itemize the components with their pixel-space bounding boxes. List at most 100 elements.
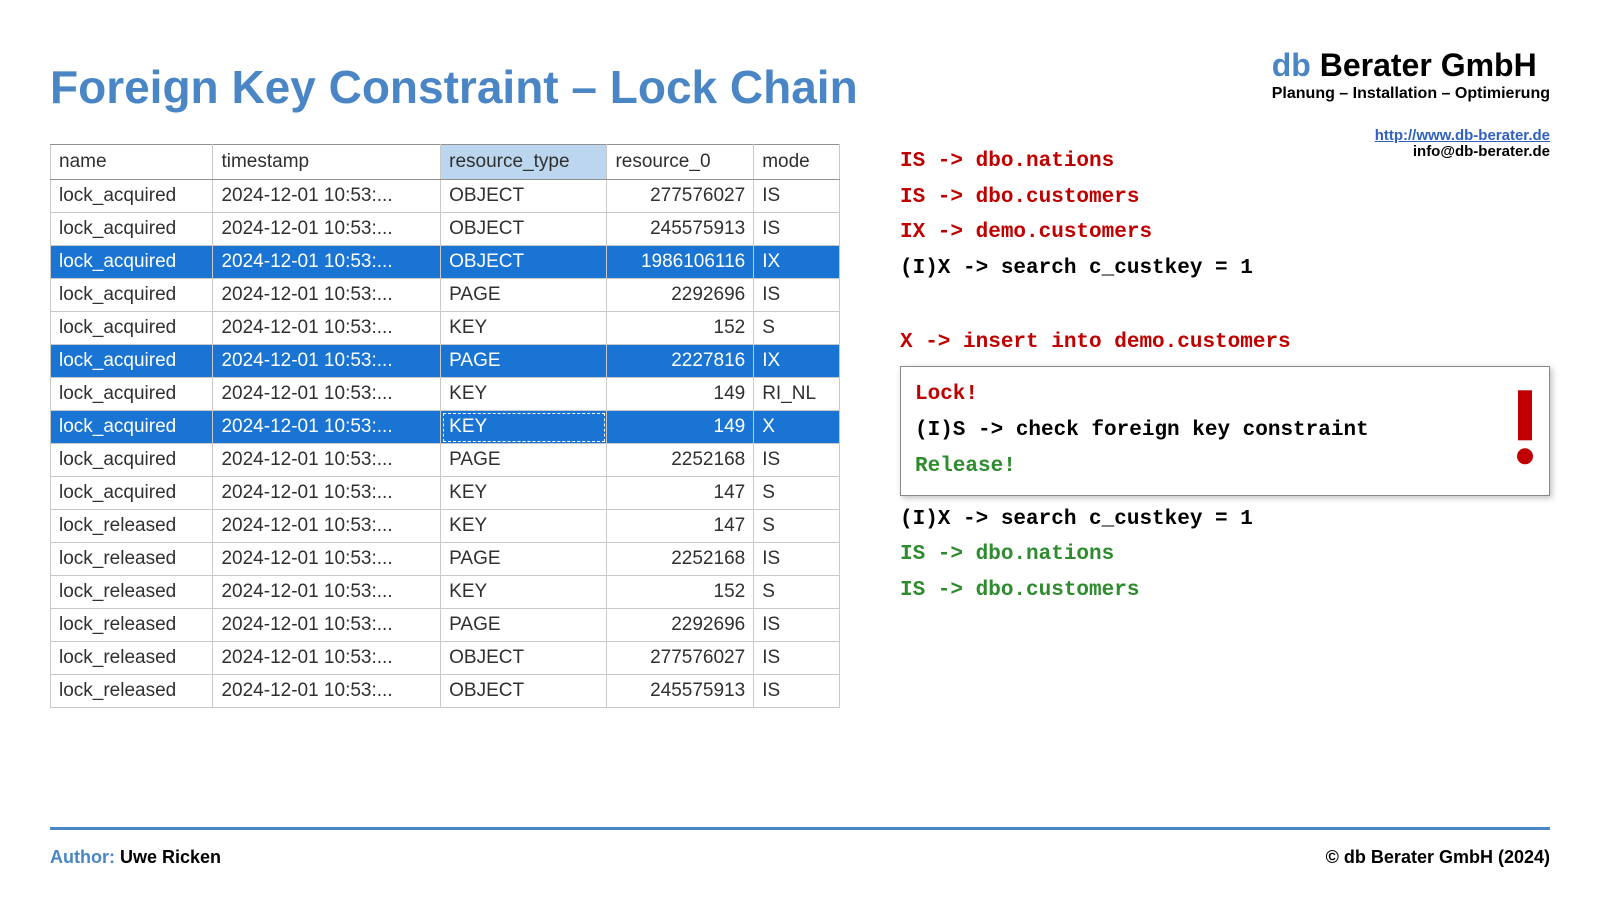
cell-resource-type: PAGE [441, 279, 607, 312]
col-resource-0[interactable]: resource_0 [607, 145, 754, 180]
explain-column: IS -> dbo.nationsIS -> dbo.customersIX -… [900, 144, 1550, 708]
cell-resource-0: 152 [607, 576, 754, 609]
col-mode[interactable]: mode [754, 145, 840, 180]
cell-mode: S [754, 576, 840, 609]
cell-timestamp: 2024-12-01 10:53:... [213, 246, 441, 279]
cell-resource-0: 2252168 [607, 543, 754, 576]
author-block: Author: Uwe Ricken [50, 847, 221, 868]
explain-line-x: X -> insert into demo.customers [900, 325, 1550, 361]
table-row[interactable]: lock_acquired2024-12-01 10:53:...KEY149R… [51, 378, 840, 411]
cell-mode: S [754, 477, 840, 510]
lock-table-wrap: name timestamp resource_type resource_0 … [50, 144, 840, 708]
cell-name: lock_released [51, 675, 213, 708]
cell-resource-type: PAGE [441, 543, 607, 576]
branding-block: db Berater GmbH Planung – Installation –… [1272, 48, 1550, 161]
cell-mode: IS [754, 543, 840, 576]
cell-name: lock_acquired [51, 411, 213, 444]
exclamation-icon [1517, 390, 1533, 464]
cell-resource-0: 149 [607, 411, 754, 444]
cell-resource-0: 147 [607, 477, 754, 510]
table-row[interactable]: lock_acquired2024-12-01 10:53:...KEY152S [51, 312, 840, 345]
cell-timestamp: 2024-12-01 10:53:... [213, 345, 441, 378]
cell-timestamp: 2024-12-01 10:53:... [213, 510, 441, 543]
table-row[interactable]: lock_acquired2024-12-01 10:53:...PAGE222… [51, 345, 840, 378]
table-row[interactable]: lock_acquired2024-12-01 10:53:...OBJECT2… [51, 180, 840, 213]
table-row[interactable]: lock_acquired2024-12-01 10:53:...KEY149X [51, 411, 840, 444]
cell-name: lock_acquired [51, 378, 213, 411]
table-row[interactable]: lock_released2024-12-01 10:53:...PAGE229… [51, 609, 840, 642]
cell-name: lock_acquired [51, 312, 213, 345]
cell-name: lock_released [51, 510, 213, 543]
cell-resource-type: OBJECT [441, 246, 607, 279]
content-area: name timestamp resource_type resource_0 … [50, 144, 1550, 708]
cell-timestamp: 2024-12-01 10:53:... [213, 642, 441, 675]
release-label: Release! [915, 449, 1535, 485]
explain-line: IS -> dbo.nations [900, 537, 1550, 573]
table-row[interactable]: lock_released2024-12-01 10:53:...OBJECT2… [51, 642, 840, 675]
author-name: Uwe Ricken [120, 847, 221, 867]
cell-resource-type: KEY [441, 477, 607, 510]
cell-mode: S [754, 312, 840, 345]
cell-name: lock_acquired [51, 213, 213, 246]
cell-name: lock_acquired [51, 246, 213, 279]
cell-mode: IS [754, 642, 840, 675]
table-row[interactable]: lock_acquired2024-12-01 10:53:...PAGE225… [51, 444, 840, 477]
cell-mode: S [754, 510, 840, 543]
col-name[interactable]: name [51, 145, 213, 180]
cell-resource-type: KEY [441, 312, 607, 345]
cell-mode: IS [754, 213, 840, 246]
explain-line: IS -> dbo.customers [900, 573, 1550, 609]
branding-prefix: db [1272, 47, 1311, 83]
cell-resource-0: 2252168 [607, 444, 754, 477]
cell-name: lock_acquired [51, 444, 213, 477]
explain-line: (I)X -> search c_custkey = 1 [900, 251, 1550, 287]
lock-release-box: Lock! (I)S -> check foreign key constrai… [900, 366, 1550, 495]
cell-resource-type: KEY [441, 411, 607, 444]
cell-resource-0: 1986106116 [607, 246, 754, 279]
cell-timestamp: 2024-12-01 10:53:... [213, 576, 441, 609]
cell-resource-type: PAGE [441, 609, 607, 642]
branding-url-link[interactable]: http://www.db-berater.de [1375, 127, 1550, 144]
table-row[interactable]: lock_released2024-12-01 10:53:...PAGE225… [51, 543, 840, 576]
cell-timestamp: 2024-12-01 10:53:... [213, 444, 441, 477]
cell-resource-type: PAGE [441, 444, 607, 477]
cell-mode: IX [754, 345, 840, 378]
cell-timestamp: 2024-12-01 10:53:... [213, 180, 441, 213]
cell-mode: IS [754, 444, 840, 477]
table-body: lock_acquired2024-12-01 10:53:...OBJECT2… [51, 180, 840, 708]
table-row[interactable]: lock_acquired2024-12-01 10:53:...OBJECT1… [51, 246, 840, 279]
cell-resource-type: OBJECT [441, 675, 607, 708]
table-row[interactable]: lock_released2024-12-01 10:53:...KEY147S [51, 510, 840, 543]
cell-resource-type: OBJECT [441, 642, 607, 675]
table-row[interactable]: lock_released2024-12-01 10:53:...KEY152S [51, 576, 840, 609]
cell-resource-0: 277576027 [607, 180, 754, 213]
cell-name: lock_acquired [51, 279, 213, 312]
cell-resource-0: 245575913 [607, 675, 754, 708]
copyright: © db Berater GmbH (2024) [1326, 847, 1550, 868]
cell-resource-type: PAGE [441, 345, 607, 378]
table-row[interactable]: lock_acquired2024-12-01 10:53:...OBJECT2… [51, 213, 840, 246]
branding-rest: Berater GmbH [1311, 47, 1537, 83]
branding-company: db Berater GmbH [1272, 48, 1550, 83]
cell-timestamp: 2024-12-01 10:53:... [213, 675, 441, 708]
cell-name: lock_acquired [51, 180, 213, 213]
table-row[interactable]: lock_acquired2024-12-01 10:53:...KEY147S [51, 477, 840, 510]
cell-name: lock_released [51, 609, 213, 642]
table-row[interactable]: lock_acquired2024-12-01 10:53:...PAGE229… [51, 279, 840, 312]
col-resource-type[interactable]: resource_type [441, 145, 607, 180]
cell-resource-0: 2227816 [607, 345, 754, 378]
explain-line: IS -> dbo.customers [900, 180, 1550, 216]
cell-timestamp: 2024-12-01 10:53:... [213, 609, 441, 642]
branding-tagline: Planung – Installation – Optimierung [1272, 85, 1550, 103]
cell-mode: X [754, 411, 840, 444]
cell-resource-0: 245575913 [607, 213, 754, 246]
table-row[interactable]: lock_released2024-12-01 10:53:...OBJECT2… [51, 675, 840, 708]
cell-timestamp: 2024-12-01 10:53:... [213, 378, 441, 411]
cell-name: lock_released [51, 576, 213, 609]
cell-resource-0: 152 [607, 312, 754, 345]
col-timestamp[interactable]: timestamp [213, 145, 441, 180]
table-header-row: name timestamp resource_type resource_0 … [51, 145, 840, 180]
cell-name: lock_acquired [51, 345, 213, 378]
explain-line: IX -> demo.customers [900, 215, 1550, 251]
check-fk-line: (I)S -> check foreign key constraint [915, 413, 1535, 449]
